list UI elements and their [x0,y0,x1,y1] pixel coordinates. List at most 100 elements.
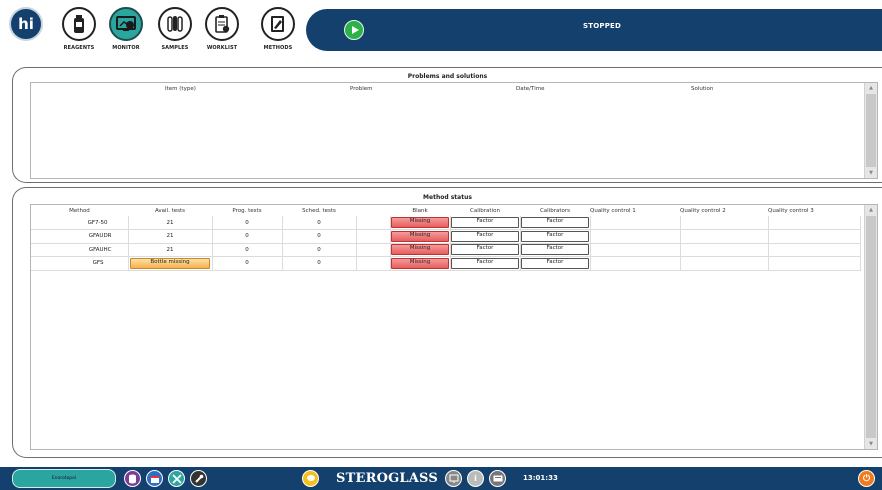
calibrators-cell: Factor [520,229,591,244]
spacer-cell [356,216,391,230]
method-status-panel: Method status Method Avail. tests Prog. … [12,187,882,458]
blank-cell: Missing [390,243,451,257]
calibration-cell: Factor [450,243,521,257]
status-bar: STOPPED [306,9,882,51]
user-tab[interactable]: Enorotopol [12,469,116,488]
scroll-thumb[interactable] [866,216,876,438]
method-cell: GFAUDR [31,229,129,244]
methods-icon [261,7,295,41]
method-cell: GFS [31,256,129,271]
calibrators-factor-button[interactable]: Factor [521,244,589,256]
method-cell: GFAUHC [31,243,129,257]
qc2-cell [680,243,769,257]
tools-icon[interactable] [168,470,185,487]
qc2-cell [680,216,769,230]
toolbar-monitor-button[interactable]: MONITOR [106,7,146,51]
test-tubes-icon [158,7,192,41]
column-header: Prog. tests [232,207,262,214]
run-status-text: STOPPED [583,22,622,30]
calibration-factor-button[interactable]: Factor [451,244,519,256]
toolbar-label: WORKLIST [206,45,238,51]
calibrators-cell: Factor [520,243,591,257]
qc2-cell [680,229,769,244]
blank-cell: Missing [390,256,451,271]
database-icon[interactable] [124,470,141,487]
monitor-icon [109,7,143,41]
column-header: Calibrators [539,207,571,214]
toolbar-reagents-button[interactable]: REAGENTS [59,7,99,51]
problems-scrollbar[interactable]: ▲ ▼ [864,83,877,178]
calibrators-cell: Factor [520,256,591,271]
qc1-cell [590,256,681,271]
calibrators-factor-button[interactable]: Factor [521,230,589,242]
clock-time: 13:01:33 [523,474,558,482]
column-header: Item (type) [165,86,196,92]
method-status-scrollbar[interactable]: ▲ ▼ [864,205,877,449]
bottle-missing-button[interactable]: Bottle missing [130,257,210,269]
play-icon[interactable] [344,20,364,40]
table-row[interactable]: GFAUHC 21 0 0 Missing Factor Factor [31,243,861,257]
calibration-factor-button[interactable]: Factor [451,217,519,228]
column-header [356,205,390,216]
table-row[interactable]: GFS Bottle missing 0 0 Missing Factor Fa… [31,256,861,271]
column-header: Date/Time [516,86,545,92]
blank-missing-button[interactable]: Missing [391,257,449,269]
avail-tests-cell: 21 [128,216,213,230]
column-header: Quality control 1 [590,207,636,214]
calibrators-factor-button[interactable]: Factor [521,217,589,228]
qc1-cell [590,216,681,230]
toolbar-methods-button[interactable]: METHODS [258,7,298,51]
calibrators-factor-button[interactable]: Factor [521,257,589,269]
qc3-cell [768,243,861,257]
problems-grid[interactable]: Item (type) Problem Date/Time Solution ▲… [30,82,878,179]
brand-logo: STEROGLASS [336,471,438,486]
info-icon[interactable]: i [467,470,484,487]
qc1-cell [590,229,681,244]
qc2-cell [680,256,769,271]
blank-cell: Missing [390,229,451,244]
column-header: Solution [691,86,714,92]
sched-tests-cell: 0 [282,256,357,271]
bottom-bar: Enorotopol STEROGLASS i 13:01:33 ⏻ [0,467,882,490]
calibration-cell: Factor [450,256,521,271]
message-icon[interactable] [302,470,319,487]
power-icon[interactable]: ⏻ [858,470,875,487]
column-header: Quality control 3 [768,207,814,214]
scroll-down-icon[interactable]: ▼ [865,168,877,178]
toolbar-samples-button[interactable]: SAMPLES [155,7,195,51]
app-root: hi REAGENTS MONITOR SAMPLES WORKLIST MET… [0,0,882,490]
scroll-up-icon[interactable]: ▲ [865,205,877,215]
method-status-grid[interactable]: Method Avail. tests Prog. tests Sched. t… [30,204,878,450]
calendar-icon[interactable] [146,470,163,487]
scroll-thumb[interactable] [866,94,876,167]
scroll-up-icon[interactable]: ▲ [865,83,877,93]
spacer-cell [356,243,391,257]
prog-tests-cell: 0 [212,256,283,271]
column-header: Calibration [470,207,500,214]
blank-missing-button[interactable]: Missing [391,230,449,242]
qc1-cell [590,243,681,257]
calibration-factor-button[interactable]: Factor [451,257,519,269]
wrench-icon[interactable] [190,470,207,487]
prog-tests-cell: 0 [212,229,283,244]
table-row[interactable]: GFAUDR 21 0 0 Missing Factor Factor [31,229,861,244]
toolbar-worklist-button[interactable]: WORKLIST [202,7,242,51]
qc3-cell [768,256,861,271]
qc3-cell [768,229,861,244]
panel-title: Method status [423,194,472,201]
keyboard-icon[interactable] [489,470,506,487]
table-row[interactable]: GF7-50 21 0 0 Missing Factor Factor [31,216,861,230]
method-cell: GF7-50 [31,216,129,230]
blank-missing-button[interactable]: Missing [391,244,449,256]
column-header: Blank [412,207,428,214]
scroll-down-icon[interactable]: ▼ [865,439,877,449]
method-status-table: Method Avail. tests Prog. tests Sched. t… [31,205,861,271]
blank-missing-button[interactable]: Missing [391,217,449,228]
calibration-factor-button[interactable]: Factor [451,230,519,242]
app-logo[interactable]: hi [9,7,43,41]
problems-panel: Problems and solutions Item (type) Probl… [12,67,882,183]
toolbar-label: MONITOR [112,45,140,51]
network-icon[interactable] [445,470,462,487]
blank-cell: Missing [390,216,451,230]
qc3-cell [768,216,861,230]
